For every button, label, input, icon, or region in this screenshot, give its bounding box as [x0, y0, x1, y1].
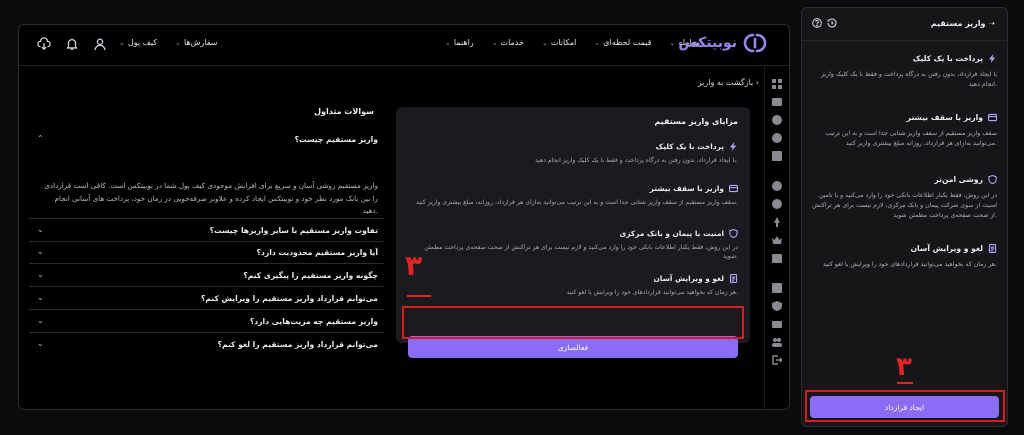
- main-nav: ⌄ راهنما ⌄ خدمات ⌄ امکانات ⌄ قیمت لحظه‌ای ⌄ م…: [445, 38, 700, 47]
- orders-menu[interactable]: ⌄ سفارش‌ها: [175, 38, 217, 47]
- chevron-down-icon: ⌄: [491, 39, 498, 47]
- chevron-down-icon: ⌄: [594, 39, 601, 47]
- panel-header: واریز مستقیم ➝: [802, 8, 1007, 41]
- add-circle-icon[interactable]: [772, 199, 782, 209]
- benefits-title: مزایای واریز مستقیم: [654, 117, 738, 126]
- nav-guide[interactable]: ⌄ راهنما: [445, 38, 474, 47]
- faq-item[interactable]: واریز مستقیم چه مزیت‌هایی دارد؟ ⌄: [29, 310, 384, 333]
- wallet-menu[interactable]: ⌄ کیف پول: [119, 38, 157, 47]
- chevron-down-icon: ⌄: [669, 39, 676, 47]
- benefit-item: امنیت با پیمان و بانک مرکزی در این روش، …: [424, 229, 738, 261]
- header-icons: [37, 37, 107, 51]
- rocket-icon[interactable]: [772, 217, 782, 227]
- profile-card-icon[interactable]: [772, 283, 782, 293]
- side-toolbar: [764, 65, 789, 409]
- chevron-down-icon: ⌄: [541, 39, 548, 47]
- lightning-icon: [988, 54, 997, 63]
- nav-services[interactable]: ⌄ خدمات: [492, 38, 524, 47]
- panel-annotation-number: ۳: [896, 352, 912, 382]
- benefit-item: واریز با سقف بیشتر سقف واریز مستقیم از س…: [416, 184, 738, 206]
- annotation-highlight-box: [402, 306, 744, 339]
- users-icon[interactable]: [772, 337, 782, 347]
- history-icon[interactable]: [827, 18, 837, 28]
- chevron-up-icon: ⌃: [37, 134, 44, 143]
- wallet-icon[interactable]: [772, 97, 782, 107]
- mail-icon[interactable]: [772, 319, 782, 329]
- shield-check-icon[interactable]: [772, 301, 782, 311]
- compass-icon[interactable]: [772, 133, 782, 143]
- chevron-down-icon: ⌄: [37, 270, 44, 279]
- benefit-item: پرداخت با یک کلیک با ایجاد قرارداد، بدون…: [534, 142, 738, 164]
- logo-text: نوبیتکس: [678, 35, 737, 51]
- download-icon[interactable]: [37, 37, 51, 51]
- annotation-number: ۳: [405, 249, 423, 282]
- dashboard-icon[interactable]: [772, 79, 782, 89]
- logo-mark-icon: [743, 31, 767, 55]
- check-circle-icon[interactable]: [772, 115, 782, 125]
- card-icon: [988, 113, 997, 122]
- bell-icon[interactable]: [65, 37, 79, 51]
- card-icon: [729, 184, 738, 193]
- top-navbar: ⌄ کیف پول ⌄ سفارش‌ها ⌄ راهنما ⌄ خدمات ⌄ امکان…: [19, 25, 789, 66]
- faq-item[interactable]: آیا واریز مستقیم محدودیت دارد؟ ⌄: [29, 241, 384, 264]
- main-window: ⌄ کیف پول ⌄ سفارش‌ها ⌄ راهنما ⌄ خدمات ⌄ امکان…: [18, 24, 790, 410]
- chevron-down-icon: ⌄: [37, 293, 44, 302]
- arrow-right-icon[interactable]: ➝: [988, 19, 995, 28]
- user-icon[interactable]: [93, 37, 107, 51]
- panel-annotation-highlight-box: [805, 390, 1005, 422]
- shield-icon: [729, 229, 738, 238]
- calendar-icon[interactable]: [772, 253, 782, 263]
- chevron-down-icon: ⌄: [119, 39, 125, 47]
- chevron-down-icon: ⌄: [37, 247, 44, 256]
- chevron-down-icon: ⌄: [37, 225, 44, 234]
- logout-icon[interactable]: [772, 355, 782, 365]
- faq-item[interactable]: چگونه واریز مستقیم را پیگیری کنم؟ ⌄: [29, 264, 384, 287]
- faq-title: سوالات متداول: [314, 107, 374, 116]
- panel-benefit-item: روشی امن‌تر در این روش، فقط یکبار اطلاعا…: [812, 175, 997, 219]
- back-link[interactable]: بازگشت به واریز ›: [698, 78, 759, 87]
- chevron-right-icon: ›: [755, 78, 759, 87]
- panel-benefit-item: پرداخت با یک کلیک با ایجاد قرارداد، بدون…: [821, 54, 997, 88]
- faq-item[interactable]: می‌توانم قرارداد واریز مستقیم را لغو کنم…: [29, 333, 384, 355]
- faq-answer: واریز مستقیم روشی آسان و سریع برای افزای…: [44, 181, 378, 216]
- faq-item[interactable]: تفاوت واریز مستقیم با سایر واریزها چیست؟…: [29, 218, 384, 242]
- panel-annotation-underline: [897, 382, 913, 384]
- shield-icon: [988, 175, 997, 184]
- faq-item[interactable]: می‌توانم قرارداد واریز مستقیم را ویرایش …: [29, 287, 384, 310]
- nav-live-prices[interactable]: ⌄ قیمت لحظه‌ای: [594, 38, 651, 47]
- document-icon: [988, 244, 997, 253]
- coin-icon[interactable]: [772, 181, 782, 191]
- panel-benefit-item: لغو و ویرایش آسان هر زمان که بخواهید می‌…: [822, 244, 997, 268]
- benefit-item: لغو و ویرایش آسان هر زمان که بخواهید می‌…: [566, 274, 738, 296]
- nav-features[interactable]: ⌄ امکانات: [542, 38, 576, 47]
- help-icon[interactable]: [812, 18, 822, 28]
- chevron-down-icon: ⌄: [37, 316, 44, 325]
- chart-icon[interactable]: [772, 151, 782, 161]
- crown-icon[interactable]: [772, 235, 782, 245]
- chevron-down-icon: ⌄: [445, 39, 451, 47]
- chevron-down-icon: ⌄: [37, 339, 44, 348]
- lightning-icon: [729, 142, 738, 151]
- activate-button[interactable]: فعالسازی: [408, 336, 738, 358]
- annotation-underline: [407, 295, 431, 297]
- chevron-down-icon: ⌄: [175, 39, 181, 47]
- user-menu: ⌄ کیف پول ⌄ سفارش‌ها: [119, 38, 217, 47]
- panel-benefit-item: واریز با سقف بیشتر سقف واریز مستقیم از س…: [825, 113, 997, 147]
- panel-title: واریز مستقیم ➝: [930, 19, 995, 28]
- logo[interactable]: نوبیتکس: [678, 31, 767, 55]
- document-icon: [729, 274, 738, 283]
